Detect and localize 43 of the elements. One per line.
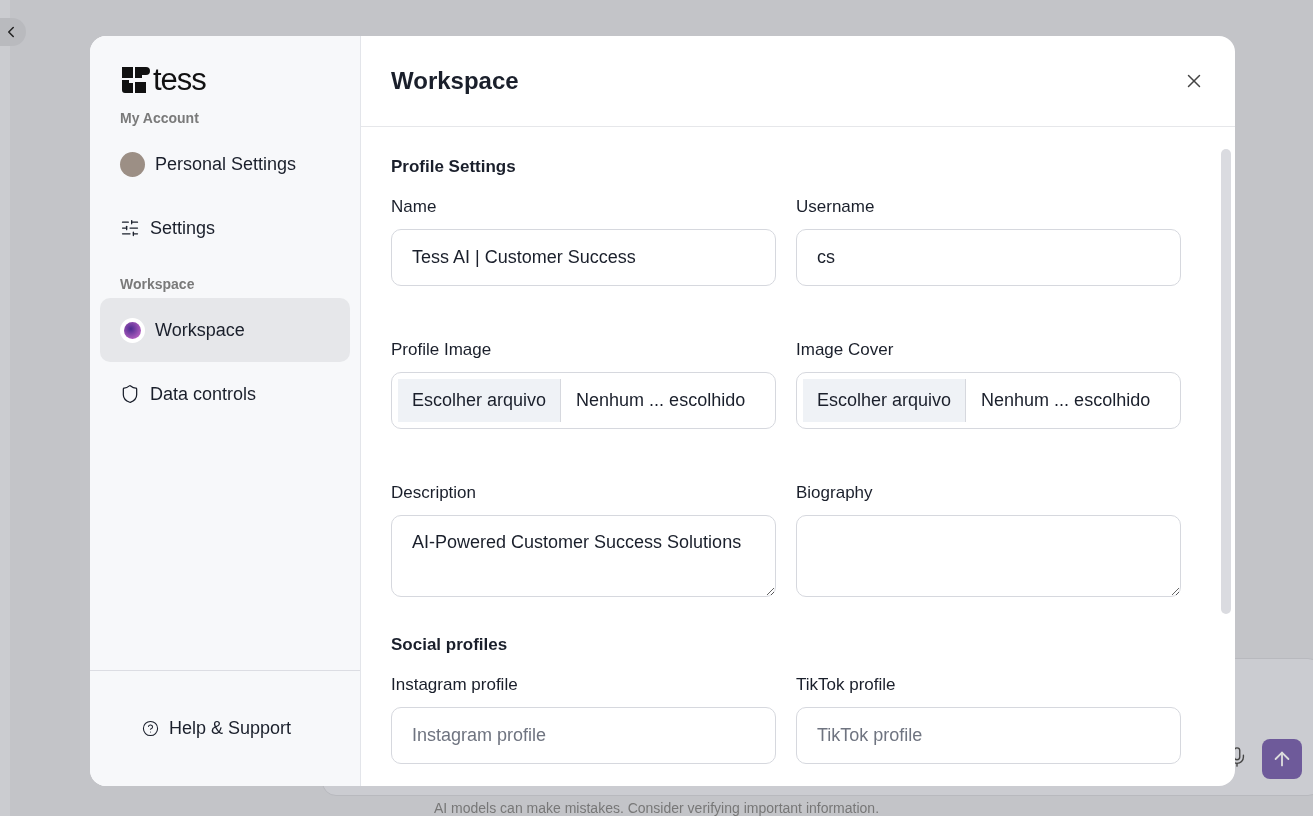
field-label: Username (796, 197, 876, 217)
textarea-field[interactable] (796, 515, 1181, 597)
section-title: Social profiles (391, 635, 509, 655)
field-label: Profile Image (391, 340, 493, 360)
sidebar-item-label: Settings (150, 217, 216, 239)
file-input-field[interactable]: Escolher arquivo Nenhum ... escolhido (391, 372, 776, 429)
workspace-logo-icon (120, 317, 145, 343)
shield-icon (120, 384, 140, 404)
dialog-title: Workspace (391, 67, 519, 95)
text-input-field[interactable]: TikTok profile (796, 707, 1181, 764)
help-icon (142, 720, 159, 737)
field-label: TikTok profile (796, 675, 897, 695)
disclaimer-text: AI models can make mistakes. Consider verifying important information. (432, 800, 881, 816)
sidebar-item-label: Workspace (155, 319, 245, 341)
field-label: Image Cover (796, 340, 895, 360)
textarea-field[interactable]: AI-Powered Customer Success Solutions (391, 515, 776, 597)
send-button[interactable] (1262, 739, 1302, 779)
sidebar-item[interactable]: Personal Settings (100, 132, 350, 196)
choose-file-button[interactable]: Escolher arquivo (803, 379, 967, 422)
text-input-field[interactable]: Instagram profile (391, 707, 776, 764)
sidebar-item[interactable]: Settings (100, 196, 350, 260)
field-label: Name (391, 197, 438, 217)
sidebar-item[interactable]: Workspace (100, 298, 350, 362)
avatar-icon (120, 151, 145, 177)
text-input-field[interactable]: cs (796, 229, 1181, 286)
logo-text: tess (153, 64, 206, 96)
field-label: Instagram profile (391, 675, 519, 695)
logo-icon (120, 65, 150, 95)
help-link[interactable]: Help & Support (142, 718, 292, 739)
sidebar-section-title: My Account (119, 110, 200, 126)
sidebar-section-title: Workspace (119, 276, 196, 292)
sidebar-item-label: Data controls (150, 383, 257, 405)
field-label: Description (391, 483, 478, 503)
file-status: Nenhum ... escolhido (575, 389, 746, 412)
choose-file-button[interactable]: Escolher arquivo (398, 379, 562, 422)
file-status: Nenhum ... escolhido (980, 389, 1151, 412)
section-title: Profile Settings (391, 157, 517, 177)
sidebar-item[interactable]: Data controls (100, 362, 350, 426)
file-input-field[interactable]: Escolher arquivo Nenhum ... escolhido (796, 372, 1181, 429)
text-input-field[interactable]: Tess AI | Customer Success (391, 229, 776, 286)
sidebar-item-label: Personal Settings (155, 153, 297, 175)
field-label: Biography (796, 483, 874, 503)
sliders-icon (120, 218, 140, 238)
